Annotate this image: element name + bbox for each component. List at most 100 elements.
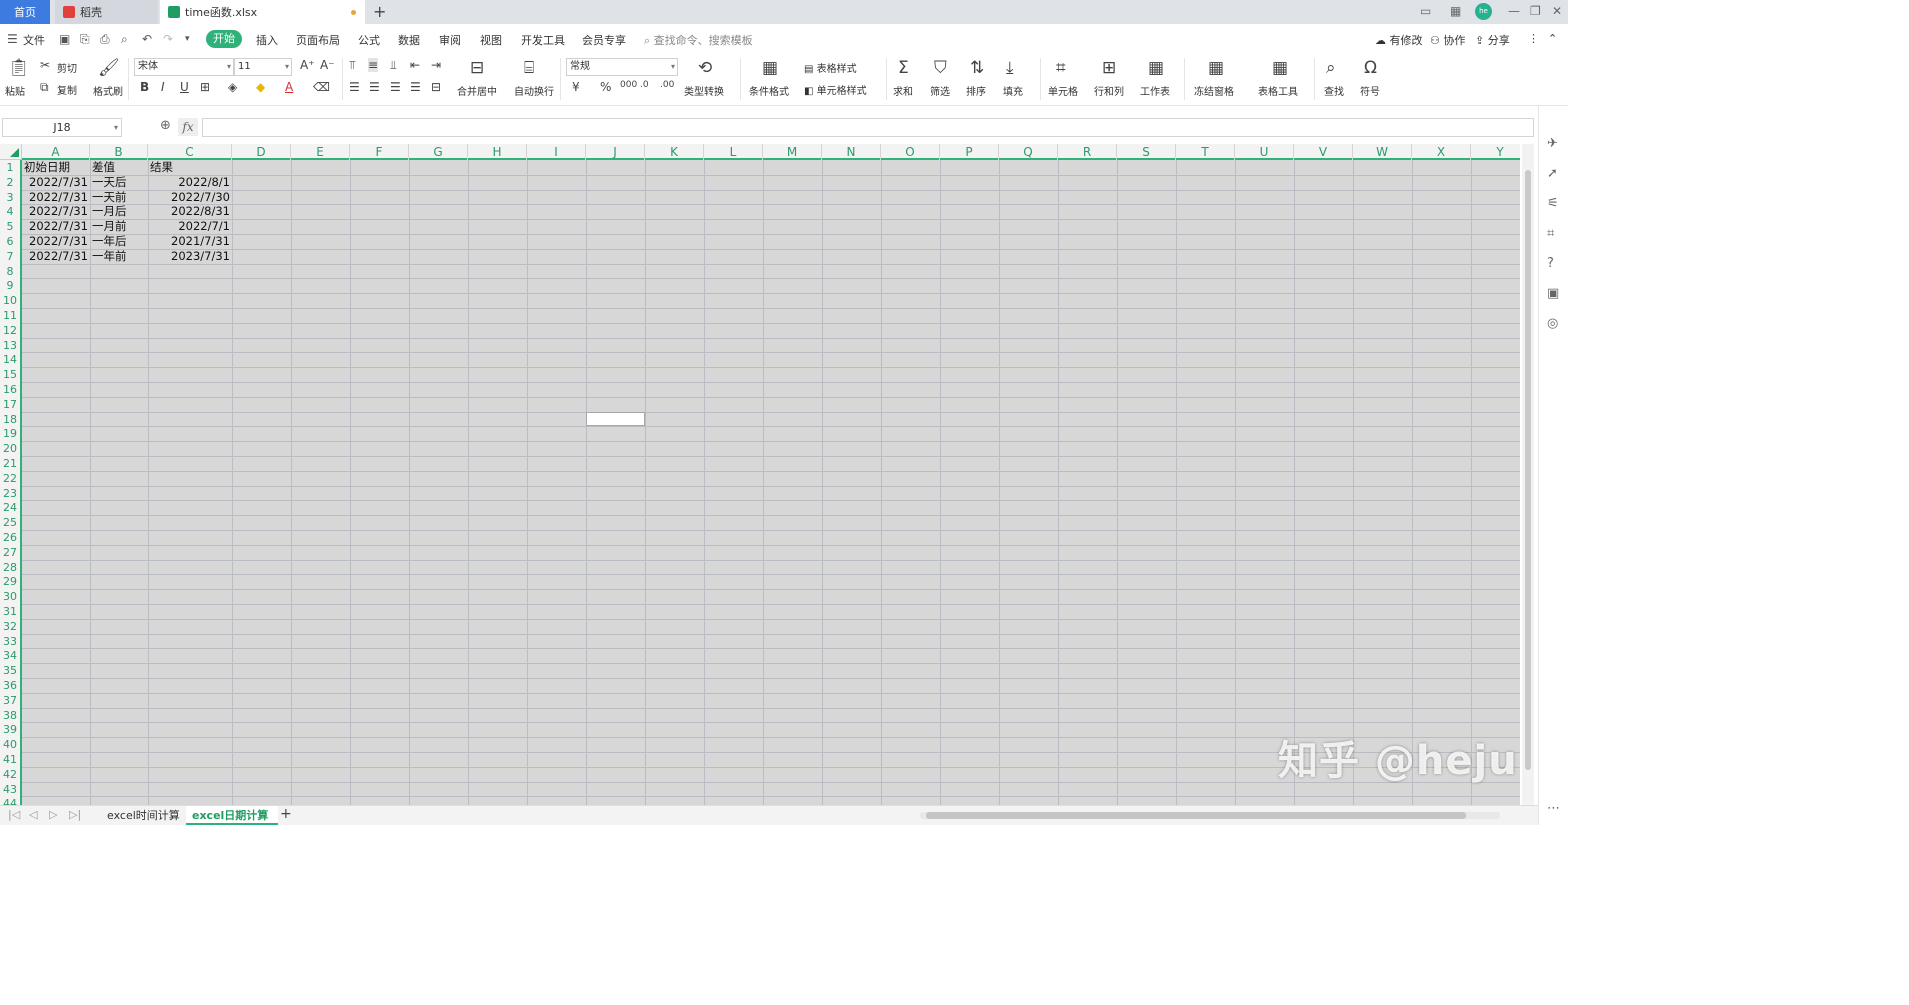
column-header-D[interactable]: D [232,144,291,160]
row-header-16[interactable]: 16 [0,382,20,397]
column-header-C[interactable]: C [148,144,232,160]
more-dots-icon[interactable]: ⋯ [1547,801,1560,816]
cell-B3[interactable]: 一天前 [90,190,148,205]
sheet-tab-time[interactable]: excel时间计算 [101,806,186,825]
modified-button[interactable]: ☁ 有修改 [1375,32,1423,48]
cell-A3[interactable]: 2022/7/31 [22,190,90,205]
row-header-13[interactable]: 13 [0,338,20,353]
type-convert-icon[interactable]: ⟲ [698,58,712,78]
row-header-35[interactable]: 35 [0,663,20,678]
tab-member[interactable]: 会员专享 [582,32,626,48]
thousands-icon[interactable]: 000 [620,80,637,90]
row-header-27[interactable]: 27 [0,545,20,560]
save-icon[interactable]: ▣ [59,32,70,46]
last-sheet-icon[interactable]: ▷| [69,808,81,821]
horizontal-scrollbar[interactable] [920,812,1500,819]
column-header-Y[interactable]: Y [1471,144,1520,160]
sort-button[interactable]: 排序 [966,83,986,98]
fill-color-icon[interactable]: ◆ [256,80,265,94]
column-header-R[interactable]: R [1058,144,1117,160]
active-cell[interactable] [586,411,645,427]
vertical-scrollbar[interactable] [1522,144,1534,805]
row-header-26[interactable]: 26 [0,530,20,545]
tab-review[interactable]: 审阅 [439,32,461,48]
add-sheet-icon[interactable]: + [280,806,292,822]
cell-C4[interactable]: 2022/8/31 [148,204,232,219]
preview-icon[interactable]: ⌕ [121,32,128,47]
distributed-icon[interactable]: ⊟ [431,80,441,94]
cell-C6[interactable]: 2021/7/31 [148,234,232,249]
scroll-thumb[interactable] [1525,170,1531,770]
cursor-icon[interactable]: ➚ [1547,166,1558,181]
print-icon[interactable]: ⎙ [100,32,110,47]
bold-icon[interactable]: B [140,80,149,94]
row-header-14[interactable]: 14 [0,352,20,367]
table-tools-button[interactable]: 表格工具 [1258,83,1298,98]
currency-icon[interactable]: ¥ [572,80,580,94]
column-header-S[interactable]: S [1117,144,1176,160]
row-header-39[interactable]: 39 [0,722,20,737]
row-header-38[interactable]: 38 [0,708,20,723]
crop-icon[interactable]: ⌗ [1547,226,1554,241]
settings-sliders-icon[interactable]: ⚟ [1547,196,1559,211]
cell-A1[interactable]: 初始日期 [22,160,90,175]
column-header-F[interactable]: F [350,144,409,160]
redo-icon[interactable]: ↷ [163,32,173,46]
image-icon[interactable]: ▣ [1547,286,1559,301]
cells-area[interactable]: 初始日期 差值 结果 2022/7/31 一天后 2022/8/1 2022/7/31 一天前… [22,160,1520,805]
minimize-icon[interactable]: — [1508,4,1520,18]
decrease-decimal-icon[interactable]: .00 [660,80,674,90]
cell-C3[interactable]: 2022/7/30 [148,190,232,205]
column-header-X[interactable]: X [1412,144,1471,160]
zoom-icon[interactable]: ⊕ [160,118,171,133]
cell-B5[interactable]: 一月前 [90,219,148,234]
outdent-icon[interactable]: ⇤ [410,58,420,72]
percent-icon[interactable]: % [600,80,611,94]
cell-A5[interactable]: 2022/7/31 [22,219,90,234]
cell-B6[interactable]: 一年后 [90,234,148,249]
align-middle-icon[interactable]: ≡ [368,58,379,72]
row-header-28[interactable]: 28 [0,560,20,575]
row-header-3[interactable]: 3 [0,190,20,205]
find-icon[interactable]: ⌕ [1326,58,1336,78]
worksheet-button[interactable]: 工作表 [1140,83,1170,98]
quick-access-dropdown-icon[interactable]: ▾ [185,34,190,44]
wrap-text-icon[interactable]: ⌸ [524,58,534,78]
type-convert-button[interactable]: 类型转换 [684,83,724,98]
scroll-thumb[interactable] [926,812,1466,819]
increase-font-icon[interactable]: A⁺ [300,58,315,72]
tab-daoke[interactable]: 稻壳 [55,0,158,24]
tab-start[interactable]: 开始 [206,30,242,48]
cell-B2[interactable]: 一天后 [90,175,148,190]
column-header-Q[interactable]: Q [999,144,1058,160]
sum-icon[interactable]: Σ [898,58,909,78]
row-header-25[interactable]: 25 [0,515,20,530]
cell-A2[interactable]: 2022/7/31 [22,175,90,190]
scissors-icon[interactable]: ✂ [40,58,50,72]
row-header-24[interactable]: 24 [0,500,20,515]
row-header-23[interactable]: 23 [0,486,20,501]
column-header-J[interactable]: J [586,144,645,160]
row-header-22[interactable]: 22 [0,471,20,486]
first-sheet-icon[interactable]: |◁ [8,808,20,821]
sheet-tab-date[interactable]: excel日期计算 [186,806,278,825]
align-right-icon[interactable]: ☰ [390,80,401,94]
collapse-ribbon-icon[interactable]: ⌃ [1548,32,1557,45]
row-header-15[interactable]: 15 [0,367,20,382]
command-search[interactable]: ⌕ 查找命令、搜索模板 [644,32,753,48]
layout-icon[interactable]: ▭ [1420,4,1431,18]
cell-A6[interactable]: 2022/7/31 [22,234,90,249]
next-sheet-icon[interactable]: ▷ [49,808,57,821]
cell-button[interactable]: 单元格 [1048,83,1078,98]
column-header-U[interactable]: U [1235,144,1294,160]
row-header-17[interactable]: 17 [0,397,20,412]
cell-shading-icon[interactable]: ◈ [228,80,237,94]
number-format-select[interactable]: 常规 [566,58,678,76]
row-header-34[interactable]: 34 [0,648,20,663]
column-header-G[interactable]: G [409,144,468,160]
tab-insert[interactable]: 插入 [256,32,278,48]
wrap-text-button[interactable]: 自动换行 [514,83,554,98]
name-box[interactable]: J18 [2,118,122,137]
freeze-icon[interactable]: ▦ [1208,58,1224,78]
row-header-37[interactable]: 37 [0,693,20,708]
